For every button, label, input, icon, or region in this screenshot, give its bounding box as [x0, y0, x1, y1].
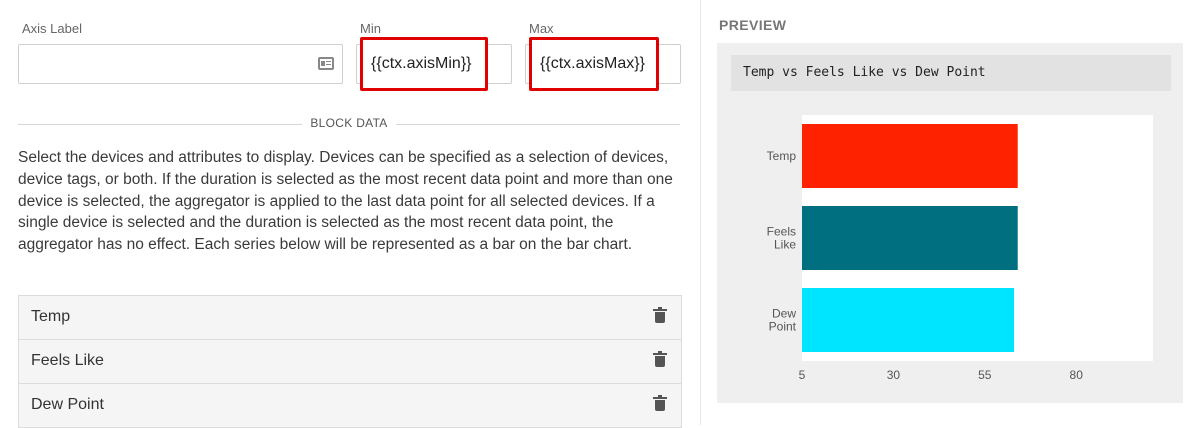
preview-box: Temp vs Feels Like vs Dew Point Temp Feel…: [717, 43, 1183, 403]
list-item[interactable]: Temp: [19, 296, 681, 340]
axis-label-caption: Axis Label: [22, 21, 82, 36]
series-label: Dew Point: [31, 396, 104, 413]
max-caption: Max: [529, 21, 554, 36]
bar-1: [802, 206, 1018, 270]
id-card-icon[interactable]: [318, 57, 334, 70]
bar-2: [802, 288, 1015, 352]
category-label: Temp: [767, 149, 797, 163]
category-label: Dew Point: [769, 307, 797, 334]
block-data-description: Select the devices and attributes to dis…: [18, 149, 673, 254]
min-caption: Min: [360, 21, 381, 36]
category-label: Feels Like: [767, 225, 797, 252]
divider-left: [18, 124, 302, 125]
list-item[interactable]: Dew Point: [19, 384, 681, 428]
preview-panel: PREVIEW Temp vs Feels Like vs Dew Point …: [700, 0, 1200, 425]
divider-right: [396, 124, 680, 125]
trash-icon[interactable]: [653, 351, 667, 367]
axis-label-input[interactable]: [18, 44, 343, 84]
bar-chart: Temp Feels Like Dew Point 5 30 55 80: [767, 115, 1153, 382]
trash-icon[interactable]: [653, 395, 667, 411]
trash-icon[interactable]: [653, 307, 667, 323]
list-item[interactable]: Feels Like: [19, 340, 681, 384]
x-tick-label: 55: [978, 368, 992, 382]
x-tick-label: 30: [887, 368, 901, 382]
config-panel: Axis Label Min {{ctx.axisMin}} Max {{ctx…: [0, 0, 700, 428]
x-tick-label: 80: [1070, 368, 1084, 382]
section-title: BLOCK DATA: [310, 116, 388, 130]
x-tick-label: 5: [799, 368, 806, 382]
series-list: Temp Feels Like Dew Point: [18, 295, 682, 428]
preview-title: PREVIEW: [719, 17, 787, 33]
max-input[interactable]: {{ctx.axisMax}}: [529, 37, 659, 91]
series-label: Feels Like: [31, 352, 104, 369]
series-label: Temp: [31, 308, 71, 325]
min-input[interactable]: {{ctx.axisMin}}: [360, 37, 488, 91]
bar-0: [802, 124, 1018, 188]
